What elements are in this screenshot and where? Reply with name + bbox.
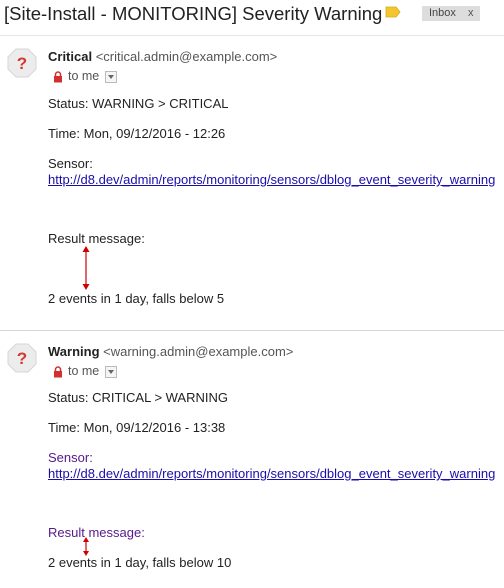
result-label: Result message:: [48, 231, 145, 246]
label-tag-icon[interactable]: [385, 6, 401, 18]
chevron-down-icon: [108, 370, 114, 374]
double-arrow-icon: [82, 246, 90, 290]
status-line: Status: WARNING > CRITICAL: [48, 96, 229, 111]
sender-line: Critical <critical.admin@example.com>: [48, 49, 277, 64]
svg-text:?: ?: [17, 54, 27, 73]
result-label: Result message:: [48, 525, 145, 540]
subject-bar: [Site-Install - MONITORING] Severity War…: [0, 0, 504, 30]
sender-email: <warning.admin@example.com>: [103, 344, 294, 359]
remove-label-button[interactable]: x: [468, 6, 474, 21]
result-message: 2 events in 1 day, falls below 5: [48, 291, 225, 306]
details-dropdown-button[interactable]: [105, 71, 117, 83]
message-warning: ? Warning <warning.admin@example.com> to…: [0, 330, 504, 588]
details-dropdown-button[interactable]: [105, 366, 117, 378]
status-line: Status: CRITICAL > WARNING: [48, 390, 228, 405]
message-critical: ? Critical <critical.admin@example.com> …: [0, 35, 504, 330]
unknown-sender-icon: ?: [7, 48, 37, 78]
sensor-label: Sensor:: [48, 450, 93, 465]
sender-line: Warning <warning.admin@example.com>: [48, 344, 293, 359]
sender-name[interactable]: Warning: [48, 344, 100, 359]
sender-email: <critical.admin@example.com>: [95, 49, 278, 64]
lock-icon: [54, 71, 62, 83]
sensor-label: Sensor:: [48, 156, 93, 171]
svg-text:?: ?: [17, 349, 27, 368]
sender-name[interactable]: Critical: [48, 49, 92, 64]
unknown-sender-icon: ?: [7, 343, 37, 373]
sensor-link[interactable]: http://d8.dev/admin/reports/monitoring/s…: [48, 172, 495, 187]
recipient-text: to me: [68, 69, 100, 83]
lock-icon: [54, 366, 62, 378]
recipient-text: to me: [68, 364, 100, 378]
time-line: Time: Mon, 09/12/2016 - 13:38: [48, 420, 226, 435]
chevron-down-icon: [108, 75, 114, 79]
inbox-label-chip[interactable]: Inbox x: [422, 6, 480, 21]
time-line: Time: Mon, 09/12/2016 - 12:26: [48, 126, 226, 141]
inbox-label-text: Inbox: [429, 7, 456, 19]
double-arrow-icon: [83, 537, 89, 556]
sensor-link[interactable]: http://d8.dev/admin/reports/monitoring/s…: [48, 466, 495, 481]
email-subject: [Site-Install - MONITORING] Severity War…: [4, 3, 383, 24]
result-message: 2 events in 1 day, falls below 10: [48, 555, 232, 570]
